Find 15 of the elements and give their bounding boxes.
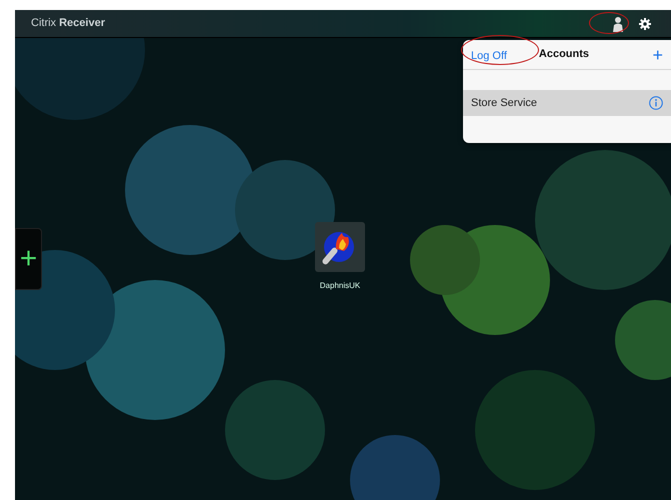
account-button[interactable]: [613, 16, 623, 32]
settings-icon: [639, 18, 651, 30]
store-row[interactable]: Store Service: [463, 90, 671, 116]
annotation-ellipse: [589, 12, 629, 34]
add-app-tab[interactable]: +: [15, 228, 42, 290]
settings-button[interactable]: [639, 18, 651, 30]
app-logo: Citrix Receiver: [31, 16, 105, 32]
app-tile[interactable]: [315, 222, 365, 272]
store-name: Store Service: [471, 96, 538, 111]
person-icon: [613, 16, 623, 32]
add-account-button[interactable]: +: [652, 46, 663, 64]
log-off-button[interactable]: Log Off: [471, 48, 507, 64]
app-name: DaphnisUK: [320, 280, 360, 292]
info-icon[interactable]: [649, 96, 663, 110]
popover-title: Accounts: [538, 47, 590, 62]
